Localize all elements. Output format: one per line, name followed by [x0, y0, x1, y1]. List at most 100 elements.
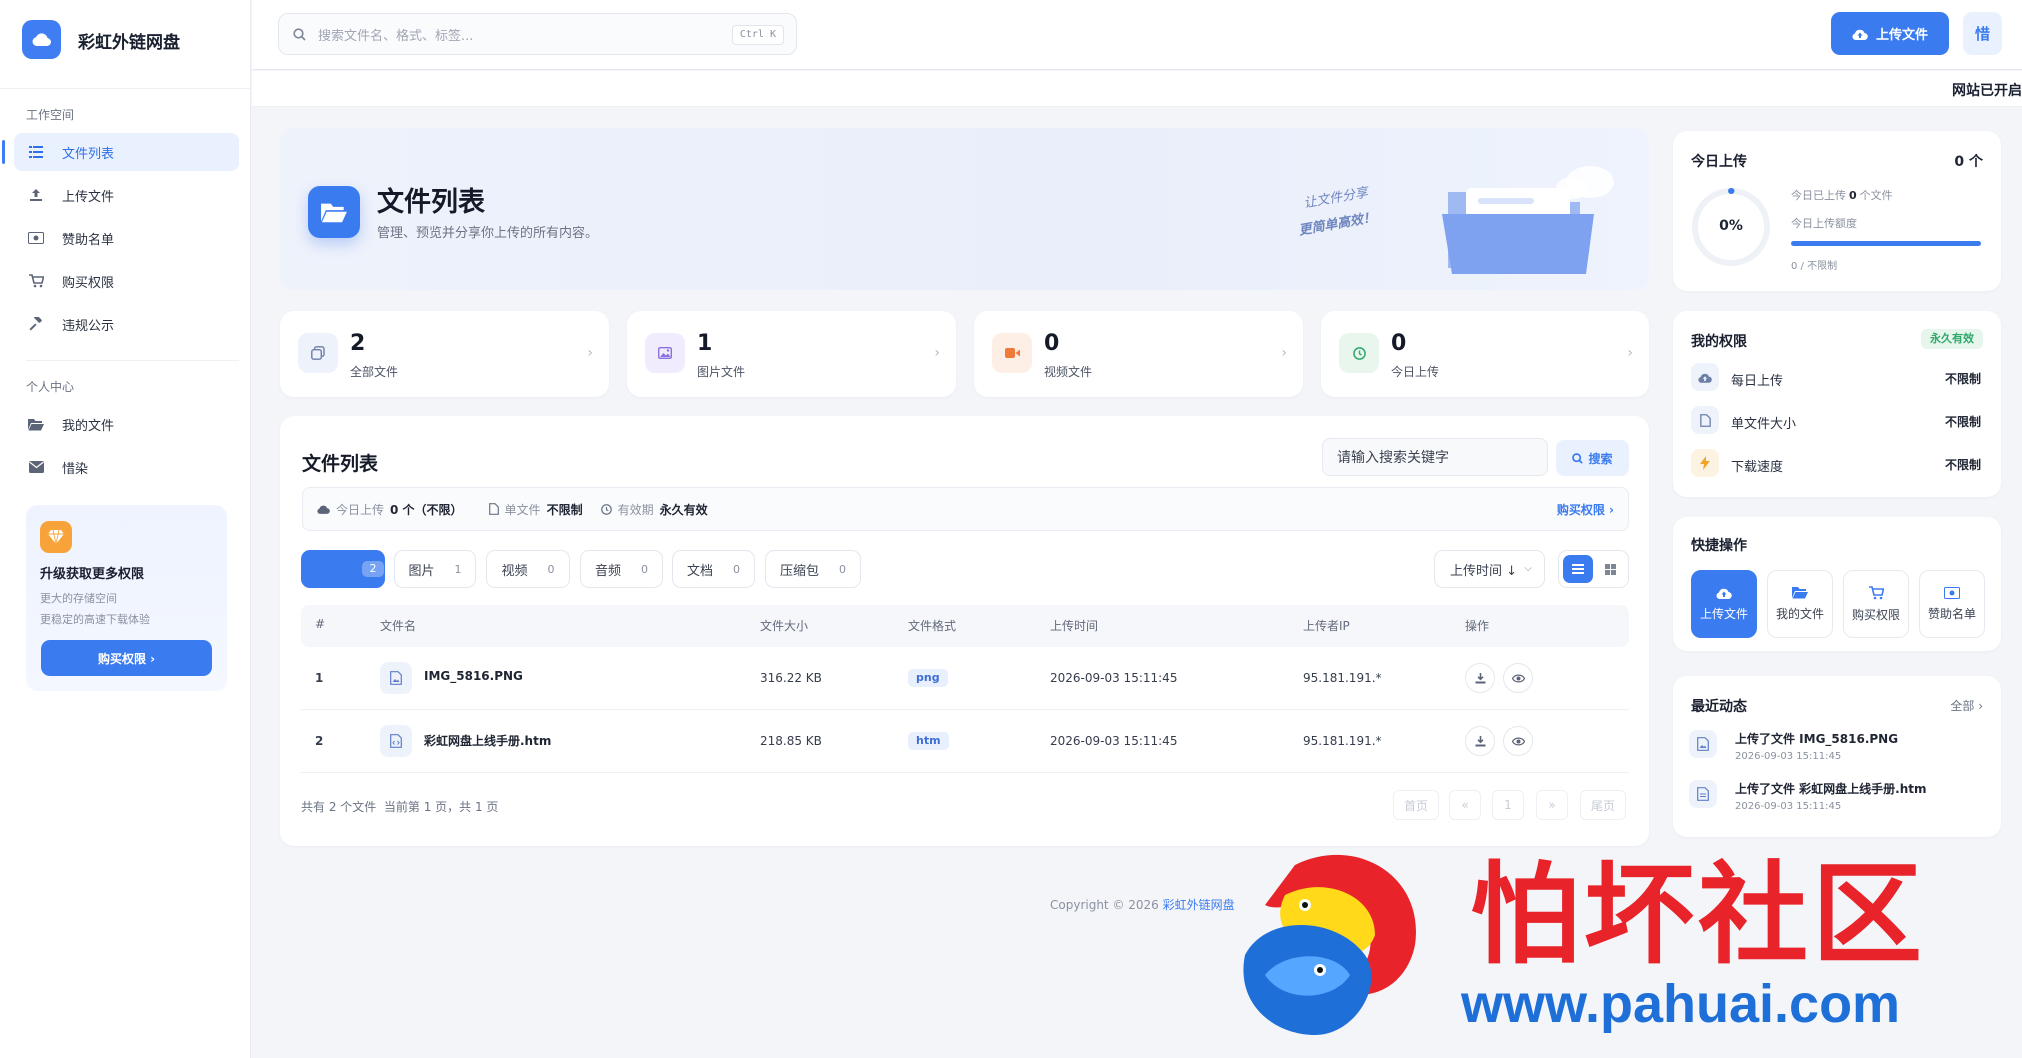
sidebar-item-sponsors[interactable]: 赞助名单	[14, 219, 239, 257]
quota-bar	[1791, 241, 1981, 246]
row-index: 2	[315, 734, 324, 748]
stat-card-today[interactable]: 0 今日上传 ›	[1321, 311, 1649, 397]
stat-card-videos[interactable]: 0 视频文件 ›	[974, 311, 1303, 397]
search-button[interactable]: 搜索	[1556, 440, 1629, 476]
tab-audio[interactable]: 音频 0	[580, 550, 663, 588]
file-size: 218.85 KB	[760, 734, 822, 748]
stat-card-images[interactable]: 1 图片文件 ›	[627, 311, 956, 397]
grid-view-icon[interactable]	[1595, 555, 1625, 583]
section-workspace: 工作空间	[26, 108, 75, 122]
col-ip: 上传者IP	[1303, 619, 1350, 633]
today-line2: 今日上传额度	[1791, 217, 1857, 230]
download-icon[interactable]	[1465, 663, 1495, 693]
tab-label: 视频	[501, 563, 528, 579]
sort-select[interactable]: 上传时间 ↓ ⌵	[1434, 550, 1545, 588]
sidebar-item-upload[interactable]: 上传文件	[14, 176, 239, 214]
footer-brand-link[interactable]: 彩虹外链网盘	[1163, 898, 1235, 912]
upload-button[interactable]: 上传文件	[1831, 12, 1949, 55]
quick-my-files-button[interactable]: 我的文件	[1767, 570, 1833, 638]
quick-action-label: 赞助名单	[1927, 606, 1976, 621]
view-all-link[interactable]: 全部 ›	[1950, 697, 1983, 714]
stat-value: 0	[1391, 331, 1407, 356]
quick-buy-button[interactable]: 购买权限	[1843, 570, 1909, 638]
info-today-label: 今日上传	[336, 502, 385, 517]
quick-upload-button[interactable]: 上传文件	[1691, 570, 1757, 638]
line1-value: 0	[1849, 189, 1857, 202]
quota-text: 0 / 不限制	[1791, 261, 1838, 272]
eye-icon[interactable]	[1503, 663, 1533, 693]
quick-action-label: 购买权限	[1851, 607, 1900, 622]
file-size: 316.22 KB	[760, 671, 822, 685]
tab-label: 音频	[594, 563, 621, 579]
diamond-icon	[40, 521, 72, 553]
app-name[interactable]: 彩虹外链网盘	[78, 28, 180, 53]
pager-last[interactable]: 尾页	[1580, 790, 1626, 820]
upgrade-card: 升级获取更多权限 更大的存储空间 更稳定的高速下载体验 购买权限 ›	[26, 505, 227, 691]
sidebar-item-violations[interactable]: 违规公示	[14, 305, 239, 343]
pager-prev[interactable]: «	[1449, 790, 1481, 820]
sidebar-item-label: 文件列表	[62, 146, 115, 162]
tab-count: 0	[641, 562, 648, 576]
tab-videos[interactable]: 视频 0	[486, 550, 570, 588]
pager-first[interactable]: 首页	[1393, 790, 1439, 820]
bolt-icon	[1691, 449, 1719, 477]
page-subtitle: 管理、预览并分享你上传的所有内容。	[377, 226, 599, 241]
file-name[interactable]: 彩虹网盘上线手册.htm	[424, 732, 551, 749]
announcement-text: 网站已开启	[1952, 83, 2022, 99]
quick-action-label: 我的文件	[1775, 607, 1824, 621]
pagination-summary: 共有 2 个文件 当前第 1 页，共 1 页	[301, 800, 499, 814]
tab-archives[interactable]: 压缩包 0	[765, 550, 861, 588]
upgrade-buy-button[interactable]: 购买权限 ›	[41, 640, 212, 676]
permissions-card: 我的权限 永久有效 每日上传 不限制 单文件大小 不限制 下载速度 不限制	[1673, 311, 2001, 497]
fish-logo-icon	[1243, 854, 1416, 1035]
permission-value: 不限制	[1944, 458, 1981, 472]
tab-documents[interactable]: 文档 0	[672, 550, 755, 588]
download-icon[interactable]	[1465, 726, 1495, 756]
stat-card-all[interactable]: 2 全部文件 ›	[280, 311, 609, 397]
file-icon	[1691, 406, 1719, 434]
sidebar-item-user[interactable]: 惜染	[14, 448, 239, 486]
active-indicator	[2, 140, 5, 164]
eye-icon[interactable]	[1503, 726, 1533, 756]
file-search-input[interactable]: 请输入搜索关键字	[1322, 438, 1548, 476]
activity-time: 2026-09-03 15:11:45	[1735, 801, 1842, 812]
shortcut-hint: Ctrl K	[731, 25, 784, 45]
folder-open-icon	[308, 186, 360, 238]
quick-sponsors-button[interactable]: 赞助名单	[1919, 570, 1985, 638]
tab-images[interactable]: 图片 1	[394, 550, 476, 588]
logo-icon[interactable]	[22, 20, 61, 59]
slogan-line2: 更简单高效！	[1297, 210, 1378, 239]
permission-value: 不限制	[1944, 415, 1981, 429]
folder-open-icon	[1792, 586, 1808, 599]
buy-permission-link[interactable]: 购买权限 ›	[1557, 501, 1614, 518]
watermark-url: www.pahuai.com	[1461, 974, 1901, 1034]
sidebar-item-file-list[interactable]: 文件列表	[14, 133, 239, 171]
section-personal: 个人中心	[26, 380, 75, 394]
list-view-icon[interactable]	[1563, 555, 1593, 583]
tab-count: 0	[733, 562, 740, 576]
watermark-text: 怕坏社区	[1470, 850, 1926, 979]
search-icon	[1572, 452, 1584, 464]
sidebar-item-buy[interactable]: 购买权限	[14, 262, 239, 300]
row-index: 1	[315, 671, 324, 685]
upgrade-line2: 更稳定的高速下载体验	[40, 613, 150, 626]
search-placeholder: 搜索文件名、格式、标签...	[318, 28, 474, 44]
chevron-right-icon: ›	[587, 345, 593, 361]
line1-prefix: 今日已上传	[1791, 189, 1846, 202]
pager-page[interactable]: 1	[1492, 790, 1524, 820]
col-index: #	[315, 617, 326, 631]
activity-time: 2026-09-03 15:11:45	[1735, 751, 1842, 762]
sidebar-item-label: 上传文件	[62, 189, 115, 205]
folder-open-icon	[28, 416, 44, 432]
copyright-text: Copyright © 2026	[1050, 898, 1163, 912]
pager-next[interactable]: »	[1536, 790, 1568, 820]
video-icon	[992, 333, 1032, 373]
global-search-input[interactable]: 搜索文件名、格式、标签... Ctrl K	[278, 13, 797, 55]
tab-all[interactable]: 2	[301, 550, 385, 588]
user-avatar[interactable]: 惜	[1963, 12, 2002, 55]
cloud-upload-icon	[1691, 363, 1719, 391]
file-name[interactable]: IMG_5816.PNG	[424, 669, 523, 683]
line1-suffix: 个文件	[1859, 189, 1893, 202]
sidebar-item-my-files[interactable]: 我的文件	[14, 405, 239, 443]
hero-banner: 文件列表 管理、预览并分享你上传的所有内容。 让文件分享 更简单高效！	[280, 128, 1649, 290]
